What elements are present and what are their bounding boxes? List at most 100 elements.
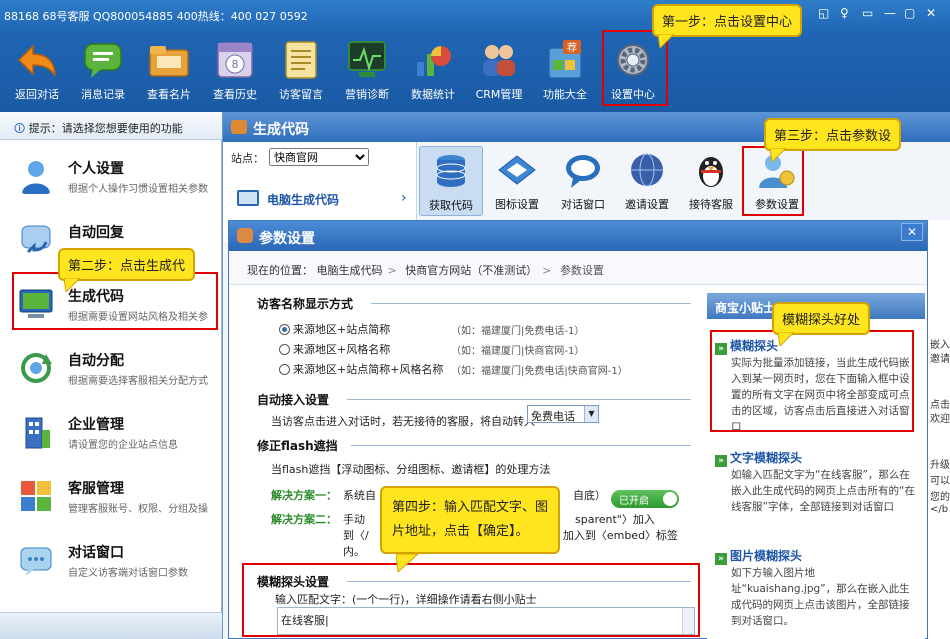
callout-step1-text: 第一步：点击设置中心 [662,15,793,30]
tool-chat-window[interactable]: 对话窗口 [551,150,615,212]
menu-desc: 管理客服账号、权限、分组及操 [68,504,208,515]
tip-text-fuzzy: » 文字模糊探头 如输入匹配文字为“在线客服”，那么在嵌入此生成代码的网页上点击所… [715,449,917,515]
menu-chat-window[interactable]: 对话窗口 自定义访客端对话窗口参数 [0,534,222,596]
globe-icon [631,153,663,187]
menu-title: 自动回复 [68,225,124,241]
menu-title: 企业管理 [68,417,124,433]
monitor-icon [237,190,259,206]
edge-text: 升级 [930,460,950,471]
toolbar-messages[interactable]: 消息记录 [72,38,134,102]
minimize-icon[interactable]: — [884,6,896,20]
monitor-settings-icon [498,155,536,185]
tool-label: 对话窗口 [561,198,605,211]
tool-icon-settings[interactable]: 图标设置 [485,150,549,212]
breadcrumb-link[interactable]: 电脑生成代码 [317,264,383,277]
toolbar-label: 访客留言 [279,88,323,101]
tool-invite-settings[interactable]: 邀请设置 [615,150,679,212]
dialog-header: 参数设置 ✕ [229,221,927,251]
double-chevron-icon: » [715,455,727,467]
toolbar-functions[interactable]: 荐 功能大全 [534,38,596,102]
edge-text: 点击 [930,400,950,411]
menu-desc: 根据个人操作习惯设置相关参数 [68,184,208,195]
auto-transfer-select[interactable]: 免费电话 ▼ [527,405,599,423]
callout-step4-line2: 片地址，点击【确定】。 [392,524,529,539]
generate-code-title: 生成代码 [253,122,309,138]
pc-generate-code-item[interactable]: 电脑生成代码 › [233,186,413,212]
menu-icon[interactable]: ▭ [862,6,873,20]
maximize-icon[interactable]: ▢ [904,6,915,20]
radio-option-2[interactable]: 来源地区+风格名称 [279,341,390,357]
radio-example: （如：福建厦门|免费电话-1） [451,326,585,337]
menu-title: 自动分配 [68,353,124,369]
solution-2-line2-tail: nt" 加入到〈embed〉标签 [543,529,679,542]
svg-text:8: 8 [232,58,239,71]
toolbar-history[interactable]: 8 查看历史 [204,38,266,102]
callout-step4-line1: 第四步：输入匹配文字、图 [392,500,549,515]
menu-enterprise[interactable]: 企业管理 请设置您的企业站点信息 [0,406,222,468]
radio-option-1[interactable]: 来源地区+站点简称 [279,321,390,337]
breadcrumb-current: 参数设置 [559,264,604,277]
callout-tail [64,278,81,292]
toolbar-label: 数据统计 [411,88,455,101]
menu-personal-settings[interactable]: 个人设置 根据个人操作习惯设置相关参数 [0,150,222,212]
radio-button[interactable] [279,324,290,335]
site-select[interactable]: 快商官网 [269,148,369,166]
solution-2-tail: sparent"〉加入 [575,513,655,526]
menu-desc: 请设置您的企业站点信息 [68,440,178,451]
tool-label: 邀请设置 [625,198,669,211]
edge-text: 欢迎 [930,414,950,425]
tip-title: 文字模糊探头 [730,451,803,465]
help-icon[interactable]: ♀ [840,6,849,20]
skin-icon[interactable]: ◱ [818,6,829,20]
toolbar-label: 消息记录 [81,88,125,101]
menu-title: 客服管理 [68,481,124,497]
toolbar-label: 查看历史 [213,88,257,101]
toolbar-card[interactable]: 查看名片 [138,38,200,102]
radio-button[interactable] [279,344,290,355]
radio-example: （如：福建厦门|免费电话|快商官网-1） [451,366,628,377]
callout-step3-text: 第三步：点击参数设 [774,129,892,144]
app-logo-icon [237,228,253,243]
menu-service-management[interactable]: 客服管理 管理客服账号、权限、分组及操 [0,470,222,532]
solution-1-tail: 自底） [573,489,606,502]
breadcrumb-label: 现在的位置： [247,264,313,277]
close-button[interactable]: ✕ [901,223,923,241]
tip-body: 如输入匹配文字为“在线客服”，那么在嵌入此生成代码的网页上点击所有的“在线客服”… [731,469,915,513]
info-icon: 🛈 [14,122,29,135]
toggle-label: 已开启 [619,496,649,507]
building-icon [25,417,50,449]
close-icon[interactable]: ✕ [926,6,936,20]
flash-fix-toggle[interactable]: 已开启 [611,490,679,508]
radio-button[interactable] [279,364,290,375]
callout-tail [658,34,675,48]
toolbar-label: 返回对话 [15,88,59,101]
tool-receive-service[interactable]: 接待客服 [679,150,743,212]
toolbar-statistics[interactable]: 数据统计 [402,38,464,102]
radio-option-3[interactable]: 来源地区+站点简称+风格名称 [279,361,443,377]
menu-auto-assign[interactable]: 自动分配 根据需要选择客服相关分配方式 [0,342,222,404]
flash-text: 当flash遮挡【浮动图标、分组图标、邀请框】的处理方法 [271,463,551,476]
callout-fuzzy-benefit: 模糊探头好处 [772,302,871,346]
tool-get-code[interactable]: 获取代码 [419,146,483,216]
toolbar-label: CRM管理 [475,88,523,101]
app-logo-icon [231,120,247,134]
database-icon [436,155,466,187]
solution-1-text: 系统自 [343,489,376,502]
auto-transfer-value: 免费电话 [531,410,575,423]
section-flash-fix: 修正flash遮挡 [257,439,338,453]
breadcrumb-link[interactable]: 快商官方网站（不准测试） [405,264,537,277]
edge-text: 邀请 [930,354,950,365]
divider [347,399,691,400]
toolbar-back-chat[interactable]: 返回对话 [6,38,68,102]
toolbar-crm[interactable]: CRM管理 [468,38,530,102]
section-auto-access: 自动接入设置 [257,393,330,407]
stethoscope-icon [348,41,386,77]
tool-label: 获取代码 [429,199,473,212]
section-visitor-name: 访客名称显示方式 [257,297,354,311]
main-toolbar: 88168 68号客服 QQ800054885 400热线：400 027 05… [0,0,950,112]
highlight-fuzzy-probe-tip [710,330,914,432]
solution-1-label: 解决方案一： [271,489,337,502]
toolbar-diagnosis[interactable]: 营销诊断 [336,38,398,102]
toolbar-guest-message[interactable]: 访客留言 [270,38,332,102]
svg-text:荐: 荐 [567,42,577,54]
